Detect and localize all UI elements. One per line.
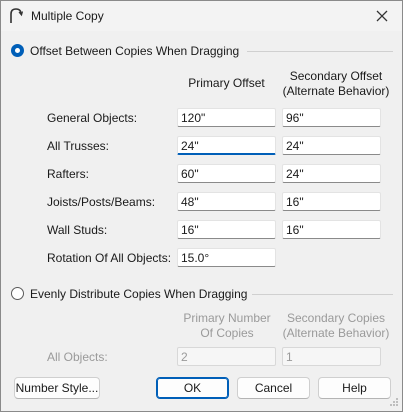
secondary-copies-header-line2: (Alternate Behavior): [282, 326, 390, 340]
distribute-radio[interactable]: [11, 287, 24, 300]
general-objects-label: General Objects:: [47, 111, 138, 125]
all-trusses-primary-input[interactable]: 24": [177, 136, 276, 155]
primary-copies-header-line2: Of Copies: [200, 326, 254, 340]
rotation-label: Rotation Of All Objects:: [47, 251, 172, 265]
all-trusses-secondary-input[interactable]: 24": [282, 136, 381, 155]
primary-copies-input: 2: [177, 347, 276, 366]
secondary-offset-header-line1: Secondary Offset: [289, 69, 383, 83]
wall-studs-secondary-input[interactable]: 16": [282, 220, 381, 239]
rotation-input[interactable]: 15.0°: [177, 248, 276, 267]
joists-posts-beams-label: Joists/Posts/Beams:: [47, 195, 156, 209]
close-icon[interactable]: [373, 7, 391, 25]
offset-radio[interactable]: [11, 44, 24, 57]
secondary-copies-input: 1: [282, 347, 381, 366]
general-objects-secondary-input[interactable]: 96": [282, 108, 381, 127]
rafters-secondary-input[interactable]: 24": [282, 164, 381, 183]
help-button[interactable]: Help: [318, 377, 391, 399]
rafters-label: Rafters:: [47, 167, 90, 181]
secondary-offset-header-line2: (Alternate Behavior): [282, 84, 390, 98]
wall-studs-primary-input[interactable]: 16": [177, 220, 276, 239]
general-objects-primary-input[interactable]: 120": [177, 108, 276, 127]
distribute-section-label[interactable]: Evenly Distribute Copies When Dragging: [30, 287, 247, 301]
offset-section-label[interactable]: Offset Between Copies When Dragging: [30, 44, 239, 58]
title-bar: Multiple Copy: [1, 1, 402, 31]
primary-copies-header: Primary Number Of Copies: [173, 311, 281, 341]
wall-studs-label: Wall Studs:: [47, 223, 108, 237]
multiple-copy-dialog: Multiple Copy Offset Between Copies When…: [0, 0, 403, 412]
joists-posts-beams-primary-input[interactable]: 48": [177, 192, 276, 211]
section-divider: [252, 294, 393, 295]
resize-grip-icon[interactable]: [389, 397, 399, 407]
window-title: Multiple Copy: [31, 9, 104, 23]
arc-tool-icon: [10, 8, 23, 23]
primary-offset-header: Primary Offset: [188, 76, 265, 90]
secondary-copies-header-line1: Secondary Copies: [286, 311, 386, 325]
secondary-copies-header: Secondary Copies (Alternate Behavior): [280, 311, 392, 341]
cancel-button[interactable]: Cancel: [237, 377, 310, 399]
secondary-offset-header: Secondary Offset (Alternate Behavior): [282, 69, 390, 99]
number-style-button[interactable]: Number Style...: [14, 377, 100, 399]
ok-button[interactable]: OK: [156, 377, 229, 399]
all-trusses-label: All Trusses:: [47, 139, 110, 153]
primary-copies-header-line1: Primary Number: [183, 311, 271, 325]
rafters-primary-input[interactable]: 60": [177, 164, 276, 183]
all-objects-label: All Objects:: [47, 350, 108, 364]
section-divider: [247, 51, 393, 52]
joists-posts-beams-secondary-input[interactable]: 16": [282, 192, 381, 211]
